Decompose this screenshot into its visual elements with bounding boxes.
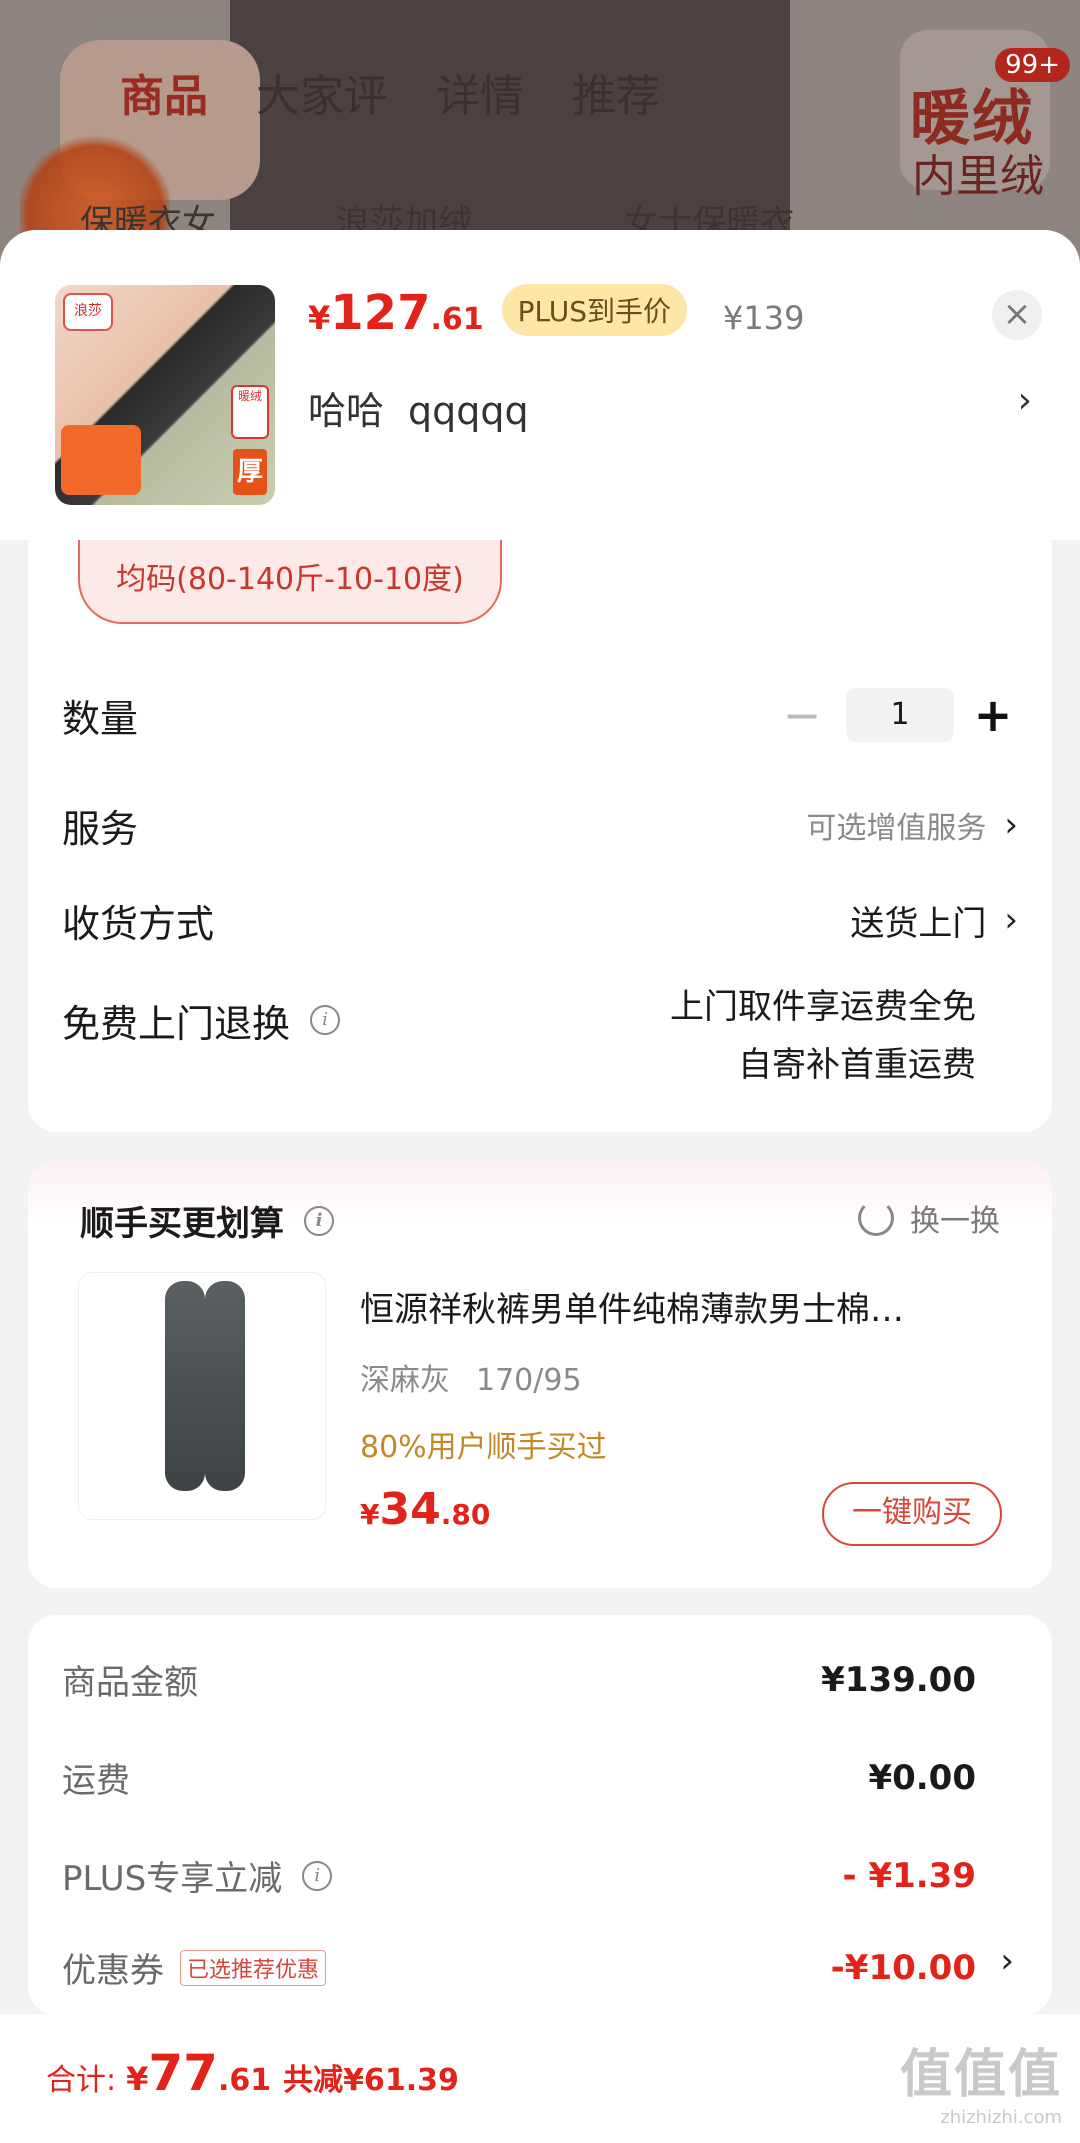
swap-button[interactable]: 换一换 — [858, 1196, 1000, 1240]
background-tab-bar: 商品 大家评 详情 推荐 — [120, 60, 660, 124]
options-card: 均码(80-140斤-10-10度) 数量 − 1 + 服务 可选增值服务 › … — [28, 540, 1052, 1132]
warm-label-icon: 暖绒 — [231, 385, 269, 439]
quantity-stepper: − 1 + — [772, 688, 1018, 742]
price-decimal: .61 — [430, 302, 484, 337]
upsell-price-currency: ¥ — [360, 1498, 380, 1531]
plus-price: ¥127.61 — [308, 285, 484, 341]
shipping-row: 运费 ¥0.00 — [62, 1753, 976, 1802]
background-tab-recommend: 推荐 — [572, 71, 660, 122]
price-line: ¥127.61 PLUS到手价 ¥139 — [308, 284, 805, 344]
purchase-sheet: 浪莎 暖绒 厚 ¥127.61 PLUS到手价 ¥139 × 哈哈 qqqqq ›… — [0, 230, 1080, 2143]
coupon-label: 优惠券 已选推荐优惠 — [62, 1943, 327, 1992]
return-line: 自寄补首重运费 — [738, 1045, 976, 1085]
delivery-value: 送货上门 — [850, 903, 987, 944]
swap-label: 换一换 — [910, 1204, 1000, 1239]
coupon-row[interactable]: 优惠券 已选推荐优惠 -¥10.00 — [62, 1943, 976, 1992]
background-tab-reviews: 大家评 — [256, 71, 388, 122]
coupon-value: -¥10.00 — [830, 1947, 976, 1988]
selected-variant[interactable]: 哈哈 qqqqq — [308, 380, 529, 435]
service-value: 可选增值服务 — [806, 811, 987, 846]
original-price: ¥139 — [722, 299, 805, 337]
total-decimal: .61 — [217, 2063, 272, 2098]
total-amount: 合计: ¥77.61 共减¥61.39 — [46, 2044, 459, 2102]
price-currency: ¥ — [308, 299, 331, 337]
refresh-icon — [858, 1200, 894, 1236]
price-summary-card: 商品金额 ¥139.00 运费 ¥0.00 PLUS专享立减 i - ¥1.39 … — [28, 1615, 1052, 2015]
plus-discount-label: PLUS专享立减 i — [62, 1851, 333, 1900]
delivery-row[interactable]: 收货方式 送货上门 › — [62, 890, 1018, 950]
product-header: 浪莎 暖绒 厚 ¥127.61 PLUS到手价 ¥139 × 哈哈 qqqqq › — [0, 230, 1080, 540]
chevron-right-icon: › — [1004, 900, 1018, 940]
upsell-product-image[interactable] — [78, 1272, 326, 1520]
checkout-bar: 合计: ¥77.61 共减¥61.39 值值值 zhizhizhi.com — [0, 2014, 1080, 2143]
upsell-title: 顺手买更划算 i — [80, 1196, 334, 1245]
upsell-product-name[interactable]: 恒源祥秋裤男单件纯棉薄款男士棉… — [360, 1282, 1000, 1331]
total-saved: 共减¥61.39 — [283, 2063, 459, 2098]
size-option-chip[interactable]: 均码(80-140斤-10-10度) — [78, 540, 502, 624]
thick-label: 厚 — [233, 449, 267, 495]
variant-name: 哈哈 — [308, 389, 385, 433]
product-thumbnail[interactable]: 浪莎 暖绒 厚 — [55, 285, 275, 505]
info-icon[interactable]: i — [310, 1005, 341, 1035]
pants-leg-shape — [165, 1281, 205, 1491]
watermark-url: zhizhizhi.com — [940, 2107, 1062, 2128]
price-integer: 127 — [330, 285, 431, 341]
service-row[interactable]: 服务 可选增值服务 › — [62, 795, 1018, 855]
brand-logo-icon: 浪莎 — [63, 293, 113, 331]
shipping-label: 运费 — [62, 1761, 130, 1801]
goods-amount-value: ¥139.00 — [821, 1659, 976, 1700]
quantity-input[interactable]: 1 — [846, 688, 954, 742]
coupon-tag: 已选推荐优惠 — [180, 1949, 327, 1986]
upsell-card: 顺手买更划算 i 换一换 恒源祥秋裤男单件纯棉薄款男士棉… 深麻灰 170/95 … — [28, 1160, 1052, 1588]
background-promo-line2: 内里绒 — [912, 151, 1044, 202]
promo-sticker-icon — [61, 425, 141, 495]
plus-discount-value: - ¥1.39 — [842, 1855, 977, 1896]
variant-detail: qqqqq — [408, 389, 529, 433]
shipping-value: ¥0.00 — [868, 1757, 976, 1798]
chevron-right-icon: › — [1004, 805, 1018, 845]
close-icon: × — [1002, 294, 1032, 334]
upsell-title-text: 顺手买更划算 — [80, 1204, 284, 1244]
background-tab-details: 详情 — [436, 71, 524, 122]
site-watermark: 值值值 zhizhizhi.com — [900, 2032, 1062, 2128]
quantity-row: 数量 − 1 + — [62, 685, 1018, 745]
goods-amount-label: 商品金额 — [62, 1663, 198, 1703]
coupon-label-text: 优惠券 — [62, 1951, 164, 1991]
pants-leg-shape — [205, 1281, 245, 1491]
upsell-price-integer: 34 — [379, 1484, 441, 1535]
upsell-color: 深麻灰 — [360, 1363, 450, 1398]
plus-discount-text: PLUS专享立减 — [62, 1859, 283, 1899]
total-label: 合计: — [46, 2063, 117, 2098]
quantity-label: 数量 — [62, 696, 139, 741]
info-icon[interactable]: i — [302, 1860, 333, 1891]
info-icon[interactable]: i — [304, 1205, 334, 1236]
total-currency: ¥ — [126, 2060, 149, 2098]
goods-amount-row: 商品金额 ¥139.00 — [62, 1655, 976, 1704]
one-click-buy-button[interactable]: 一键购买 — [822, 1482, 1002, 1546]
delivery-label: 收货方式 — [62, 901, 215, 946]
service-label: 服务 — [62, 806, 139, 851]
plus-discount-row: PLUS专享立减 i - ¥1.39 — [62, 1851, 976, 1900]
social-proof-text: 80%用户顺手买过 — [360, 1430, 607, 1465]
background-tab-product: 商品 — [120, 71, 208, 122]
plus-price-badge: PLUS到手价 — [501, 284, 687, 336]
increase-button[interactable]: + — [968, 688, 1018, 742]
return-policy-text: 上门取件享运费全免 自寄补首重运费 — [670, 978, 976, 1094]
chevron-right-icon[interactable]: › — [1000, 1941, 1014, 1981]
close-button[interactable]: × — [992, 290, 1042, 340]
cart-count-badge: 99+ — [995, 48, 1070, 82]
chevron-right-icon[interactable]: › — [1018, 380, 1032, 421]
return-line: 上门取件享运费全免 — [670, 987, 976, 1027]
upsell-product-spec: 深麻灰 170/95 — [360, 1355, 582, 1399]
upsell-price-decimal: .80 — [440, 1498, 491, 1531]
upsell-price: ¥34.80 — [360, 1484, 490, 1535]
return-label: 免费上门退换 — [62, 1001, 291, 1046]
watermark-logo: 值值值 — [899, 2045, 1062, 2105]
upsell-size: 170/95 — [476, 1363, 582, 1398]
decrease-button[interactable]: − — [772, 688, 832, 742]
total-integer: 77 — [148, 2044, 218, 2102]
